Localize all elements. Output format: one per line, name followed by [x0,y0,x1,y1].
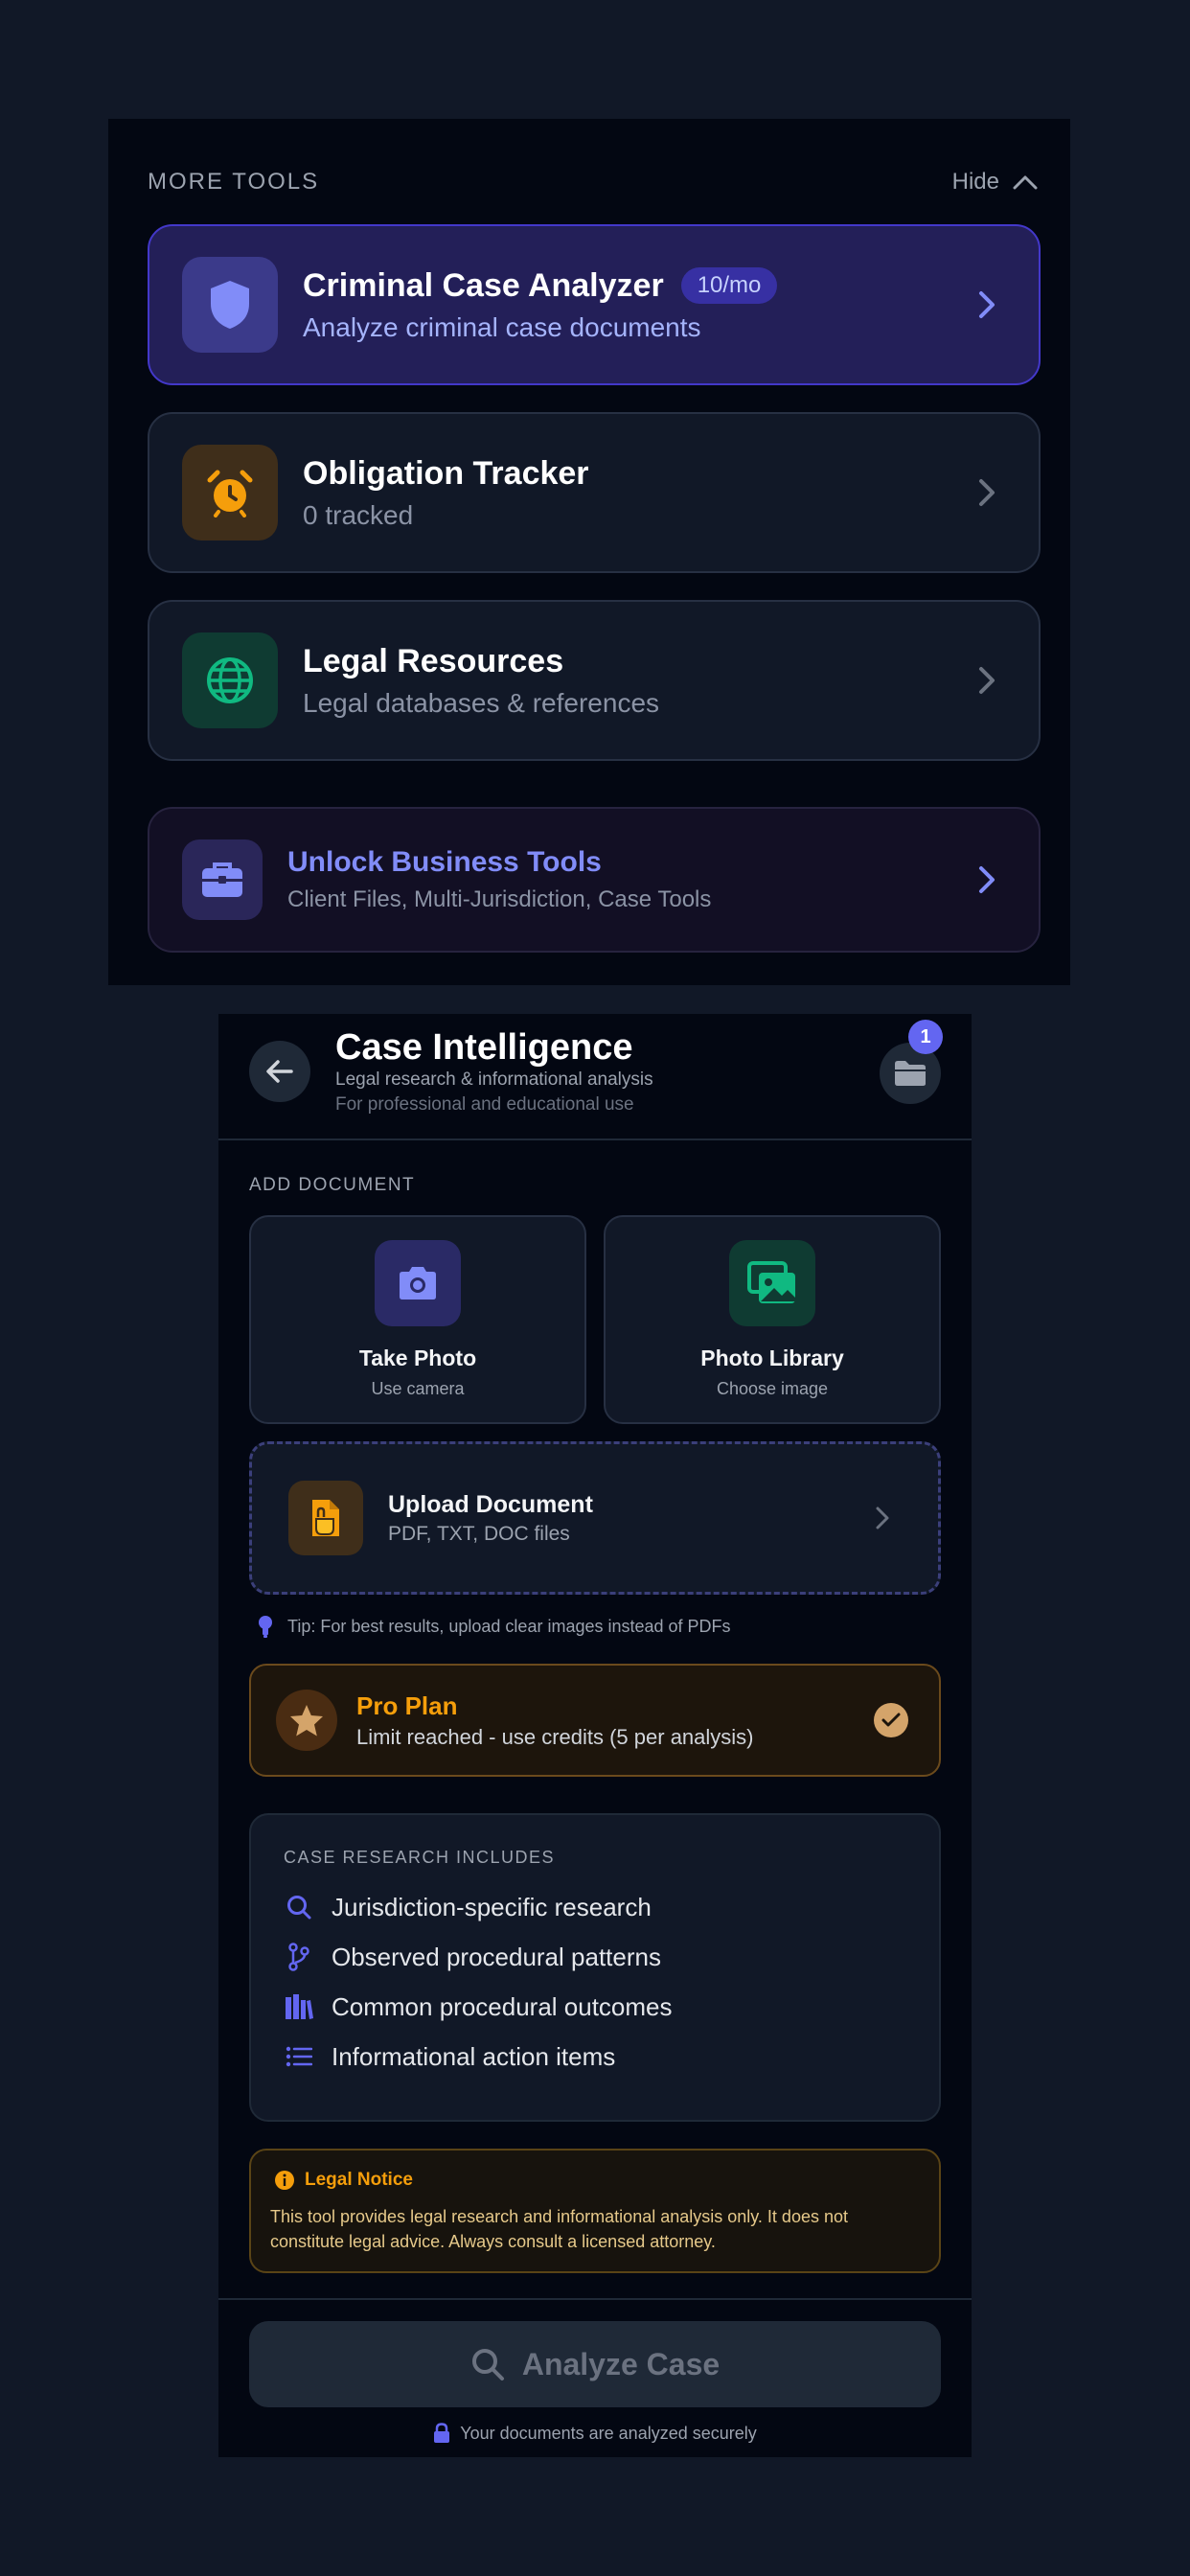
hide-toggle[interactable]: Hide [952,169,1038,196]
list-item: Jurisdiction-specific research [284,1892,652,1922]
divider [218,2298,972,2300]
chevron-right-icon [979,291,995,318]
legal-notice-body: This tool provides legal research and in… [270,2207,848,2251]
chevron-right-icon [979,479,995,506]
photo-library-title: Photo Library [700,1346,844,1370]
git-branch-icon [284,1942,314,1972]
images-icon [729,1240,815,1326]
usage-badge: 10/mo [680,267,778,304]
legal-notice-title: Legal Notice [305,2170,413,2190]
upload-tip: Tip: For best results, upload clear imag… [257,1614,731,1639]
checkmark-icon [874,1703,908,1737]
chevron-right-icon [876,1506,889,1530]
search-icon [471,2349,504,2380]
take-photo-button[interactable]: Take Photo Use camera [249,1215,586,1424]
legal-notice-title-row: Legal Notice [274,2170,413,2191]
hand-document-icon [288,1481,363,1555]
take-photo-subtitle: Use camera [371,1379,465,1398]
chevron-right-icon [979,667,995,694]
lightbulb-icon [259,1616,272,1638]
section-label: MORE TOOLS [148,169,320,195]
list-item-label: Jurisdiction-specific research [332,1892,652,1921]
unlock-business-tools-card[interactable]: Unlock Business Tools Client Files, Mult… [148,807,1041,953]
more-tools-panel: MORE TOOLS Hide Criminal Case Analyzer 1… [108,119,1070,985]
analyze-case-button[interactable]: Analyze Case [249,2321,941,2407]
folder-icon [895,1061,926,1086]
more-tools-header: MORE TOOLS Hide [148,165,1038,199]
photo-library-button[interactable]: Photo Library Choose image [604,1215,941,1424]
security-note-text: Your documents are analyzed securely [460,2423,757,2443]
plan-name: Pro Plan [356,1690,458,1720]
security-note: Your documents are analyzed securely [218,2423,972,2444]
page-title: Case Intelligence [335,1027,633,1068]
list-item-label: Observed procedural patterns [332,1942,661,1971]
pro-plan-card: Pro Plan Limit reached - use credits (5 … [249,1664,941,1777]
saved-count-badge: 1 [908,1020,943,1054]
list-item-label: Informational action items [332,2041,616,2071]
legal-notice: Legal Notice This tool provides legal re… [249,2149,941,2273]
tip-text: Tip: For best results, upload clear imag… [287,1616,731,1636]
upload-title: Upload Document [388,1490,593,1518]
analyze-case-label: Analyze Case [521,2346,721,2381]
tool-title: Obligation Tracker [303,454,589,492]
page-disclaimer: For professional and educational use [335,1094,634,1115]
case-research-card: CASE RESEARCH INCLUDES Jurisdiction-spec… [249,1813,941,2122]
list-item-label: Common procedural outcomes [332,1991,673,2021]
photo-library-subtitle: Choose image [716,1379,829,1398]
search-icon [284,1892,314,1922]
star-icon [276,1690,337,1751]
upload-document-button[interactable]: Upload Document PDF, TXT, DOC files [249,1441,941,1595]
tool-obligation-tracker[interactable]: Obligation Tracker 0 tracked [148,412,1041,573]
briefcase-icon [182,840,263,920]
tool-subtitle: Legal databases & references [303,687,660,718]
tool-title: Legal Resources [303,642,564,679]
take-photo-title: Take Photo [358,1346,477,1370]
tool-subtitle: Analyze criminal case documents [303,311,701,342]
page-subtitle: Legal research & informational analysis [335,1070,653,1090]
business-title: Unlock Business Tools [287,846,602,878]
upload-subtitle: PDF, TXT, DOC files [388,1522,570,1545]
tool-title: Criminal Case Analyzer [303,266,664,304]
research-header: CASE RESEARCH INCLUDES [284,1848,556,1867]
lock-icon [434,2423,450,2443]
alarm-clock-icon [182,445,278,540]
business-subtitle: Client Files, Multi-Jurisdiction, Case T… [287,886,712,912]
arrow-left-icon [266,1060,293,1083]
hide-label: Hide [951,169,999,195]
header: Case Intelligence Legal research & infor… [218,1014,972,1140]
camera-icon [375,1240,461,1326]
shield-icon [182,257,278,353]
books-icon [284,1991,314,2022]
back-button[interactable] [249,1041,310,1102]
tool-subtitle: 0 tracked [303,499,414,530]
add-document-label: ADD DOCUMENT [249,1175,416,1195]
list-item: Common procedural outcomes [284,1991,673,2022]
tool-criminal-case-analyzer[interactable]: Criminal Case Analyzer 10/mo Analyze cri… [148,224,1041,385]
list-item: Informational action items [284,2041,615,2072]
plan-status: Limit reached - use credits (5 per analy… [356,1724,754,1749]
globe-icon [182,632,278,728]
tool-legal-resources[interactable]: Legal Resources Legal databases & refere… [148,600,1041,761]
list-icon [284,2041,314,2072]
case-intelligence-screen: Case Intelligence Legal research & infor… [218,1014,972,2457]
chevron-up-icon [1013,175,1038,190]
chevron-right-icon [979,866,995,893]
info-icon [275,2171,294,2190]
list-item: Observed procedural patterns [284,1942,661,1972]
